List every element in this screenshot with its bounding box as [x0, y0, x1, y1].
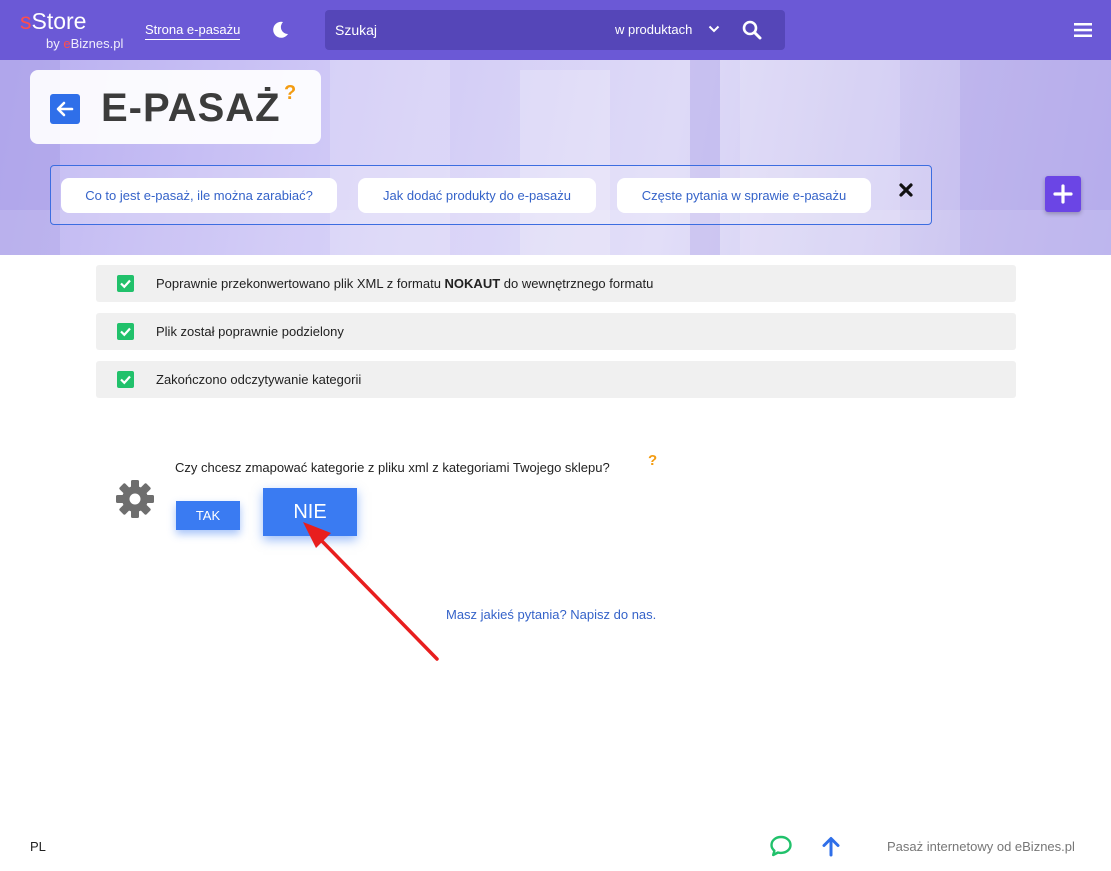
back-arrow-icon — [56, 101, 74, 117]
title-card: E-PASAŻ ? — [30, 70, 321, 144]
help-link-what-is-e-pasaz[interactable]: Co to jest e-pasaż, ile można zarabiać? — [61, 178, 337, 213]
mapping-question: Czy chcesz zmapować kategorie z pliku xm… — [175, 460, 610, 475]
chat-icon[interactable] — [769, 835, 793, 857]
logo[interactable]: sStore by eBiznes.pl — [20, 8, 123, 51]
arrow-up-icon[interactable] — [821, 835, 841, 857]
gear-icon — [116, 480, 154, 518]
status-row: Poprawnie przekonwertowano plik XML z fo… — [96, 265, 1016, 302]
footer-credit: Pasaż internetowy od eBiznes.pl — [887, 839, 1075, 854]
logo-sub: by eBiznes.pl — [46, 36, 123, 51]
moon-icon[interactable] — [270, 20, 290, 40]
status-text-part: do wewnętrznego formatu — [500, 276, 654, 291]
help-link-faq[interactable]: Częste pytania w sprawie e-pasażu — [617, 178, 871, 213]
top-bar: sStore by eBiznes.pl Strona e-pasażu w p… — [0, 0, 1111, 60]
add-button[interactable] — [1045, 176, 1081, 212]
check-icon — [117, 275, 134, 292]
page-title: E-PASAŻ — [101, 86, 281, 130]
question-help-icon[interactable]: ? — [648, 452, 657, 469]
status-text-part: Poprawnie przekonwertowano plik XML z fo… — [156, 276, 445, 291]
close-icon[interactable] — [896, 180, 916, 200]
search-scope-select[interactable]: w produktach — [615, 22, 692, 37]
logo-word: Store — [31, 8, 87, 34]
chevron-down-icon[interactable] — [708, 23, 720, 35]
checkmark-glyph — [120, 327, 131, 337]
status-row: Zakończono odczytywanie kategorii — [96, 361, 1016, 398]
no-button[interactable]: NIE — [263, 488, 357, 536]
logo-by: by — [46, 36, 64, 51]
back-button[interactable] — [50, 94, 80, 124]
hamburger-icon[interactable] — [1074, 22, 1092, 38]
search-input[interactable] — [325, 10, 605, 50]
logo-brand: Biznes.pl — [70, 36, 124, 51]
language-selector[interactable]: PL — [30, 839, 46, 854]
help-link-add-products[interactable]: Jak dodać produkty do e-pasażu — [358, 178, 596, 213]
checkmark-glyph — [120, 279, 131, 289]
yes-button[interactable]: TAK — [176, 501, 240, 530]
nav-link-e-pasaz[interactable]: Strona e-pasażu — [145, 22, 241, 40]
logo-prefix: s — [20, 8, 32, 34]
checkmark-glyph — [120, 375, 131, 385]
plus-icon — [1053, 184, 1073, 204]
status-row: Plik został poprawnie podzielony — [96, 313, 1016, 350]
logo-e: e — [63, 36, 71, 51]
status-text: Zakończono odczytywanie kategorii — [156, 372, 362, 387]
check-icon — [117, 371, 134, 388]
search-icon[interactable] — [742, 20, 762, 40]
hero-banner: E-PASAŻ ? Co to jest e-pasaż, ile można … — [0, 60, 1111, 255]
status-text-bold: NOKAUT — [444, 276, 501, 291]
help-links-box: Co to jest e-pasaż, ile można zarabiać? … — [50, 165, 932, 225]
check-icon — [117, 323, 134, 340]
logo-main: sStore — [20, 8, 86, 34]
status-text: Poprawnie przekonwertowano plik XML z fo… — [156, 276, 653, 291]
status-text: Plik został poprawnie podzielony — [156, 324, 344, 339]
title-help-icon[interactable]: ? — [284, 82, 296, 105]
search-bar: w produktach — [325, 10, 785, 50]
contact-link[interactable]: Masz jakieś pytania? Napisz do nas. — [446, 607, 656, 622]
